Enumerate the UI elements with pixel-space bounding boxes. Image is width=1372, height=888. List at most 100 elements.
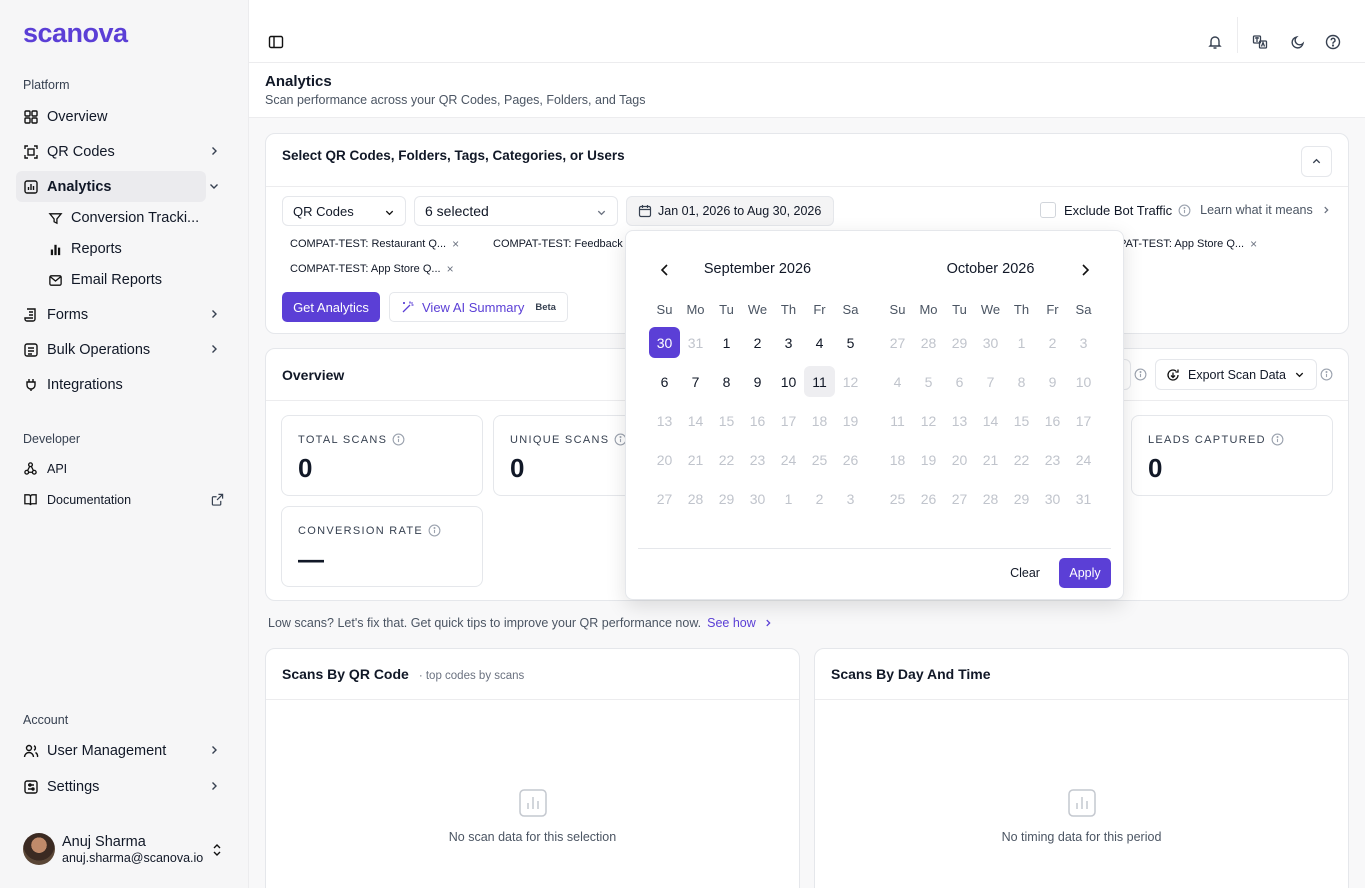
calendar-day: 28 xyxy=(687,490,704,507)
collapse-button[interactable] xyxy=(1301,146,1332,177)
calendar-day[interactable]: 10 xyxy=(773,366,804,397)
type-select[interactable]: QR Codes xyxy=(282,196,406,226)
info-icon[interactable] xyxy=(428,524,441,537)
sidebar-item-forms[interactable]: Forms xyxy=(16,299,217,330)
sidebar-item-bulk-operations[interactable]: Bulk Operations xyxy=(16,334,217,365)
qr-scan-icon xyxy=(24,144,38,159)
calendar-day: 17 xyxy=(780,412,797,429)
sidebar-item-qr-codes[interactable]: QR Codes xyxy=(16,136,217,167)
weekday-label: Mo xyxy=(919,302,938,317)
calendar-day[interactable]: 2 xyxy=(742,327,773,358)
calendar-day: 28 xyxy=(982,490,999,507)
info-icon[interactable] xyxy=(1271,433,1284,446)
bell-icon[interactable] xyxy=(1207,34,1223,50)
chip-label: COMPAT-TEST: Restaurant Q... xyxy=(290,238,447,250)
calendar-day: 22 xyxy=(718,451,735,468)
apply-button[interactable]: Apply xyxy=(1059,558,1111,588)
stat-value: 0 xyxy=(298,453,313,483)
help-icon[interactable] xyxy=(1325,34,1341,50)
bar-chart-icon xyxy=(24,179,38,194)
calendar-day: 15 xyxy=(1013,412,1030,429)
empty-chart-icon xyxy=(519,789,547,817)
sidebar-item-settings[interactable]: Settings xyxy=(16,771,217,802)
clear-button[interactable]: Clear xyxy=(1001,558,1049,588)
weekday-label: We xyxy=(747,302,768,317)
calendar-day[interactable]: 8 xyxy=(711,366,742,397)
card-subtitle: · top codes by scans xyxy=(418,670,525,682)
calendar-day[interactable]: 1 xyxy=(711,327,742,358)
platform-section-label: Platform xyxy=(23,78,70,92)
calendar-icon xyxy=(638,205,652,218)
calendar-day[interactable]: 9 xyxy=(742,366,773,397)
chevron-down-icon xyxy=(210,184,218,189)
users-icon xyxy=(23,744,39,757)
calendar-day: 20 xyxy=(951,451,968,468)
stat-label: TOTAL SCANS xyxy=(298,433,405,446)
view-ai-summary-button[interactable]: View AI Summary Beta xyxy=(389,292,568,322)
divider xyxy=(815,699,1348,700)
calendar-day[interactable]: 4 xyxy=(804,327,835,358)
calendar-day: 30 xyxy=(749,490,766,507)
chip-label: COMPAT-TEST: App Store Q... xyxy=(290,263,441,275)
sidebar-item-api[interactable]: API xyxy=(23,461,67,476)
items-select[interactable]: 6 selected xyxy=(414,196,618,226)
tip-text: Low scans? Let's fix that. Get quick tip… xyxy=(268,616,702,630)
sidebar-item-user-management[interactable]: User Management xyxy=(16,735,217,766)
mail-icon xyxy=(49,274,62,286)
info-icon[interactable] xyxy=(392,433,405,446)
sidebar-subitem-reports[interactable]: Reports xyxy=(48,235,208,263)
date-range-button[interactable]: Jan 01, 2026 to Aug 30, 2026 xyxy=(626,196,834,226)
sidebar-item-overview[interactable]: Overview xyxy=(16,101,206,132)
funnel-icon xyxy=(48,212,63,224)
calendar-day: 3 xyxy=(1079,334,1088,351)
calendar-day: 14 xyxy=(687,412,704,429)
date-range-value: Jan 01, 2026 to Aug 30, 2026 xyxy=(658,204,822,218)
calendar-day[interactable]: 11 xyxy=(804,366,835,397)
calendar-day[interactable]: 3 xyxy=(773,327,804,358)
chip-remove-icon[interactable]: × xyxy=(447,262,454,276)
chevrons-up-down-icon[interactable] xyxy=(211,843,223,857)
calendar-day: 23 xyxy=(1044,451,1061,468)
month-title: October 2026 xyxy=(946,261,1035,277)
info-icon[interactable] xyxy=(1178,204,1191,217)
calendar-day[interactable]: 6 xyxy=(649,366,680,397)
weekday-label: Su xyxy=(889,302,906,317)
sidebar-item-label: Forms xyxy=(47,306,89,323)
info-icon[interactable] xyxy=(1320,368,1333,381)
user-profile[interactable]: Anuj Sharma anuj.sharma@scanova.io xyxy=(23,833,203,865)
sidebar-item-label: Analytics xyxy=(47,178,112,195)
export-scan-data-button[interactable]: Export Scan Data xyxy=(1155,359,1317,390)
sidebar-item-label: API xyxy=(47,461,68,476)
language-icon[interactable] xyxy=(1252,34,1268,50)
stat-value: 0 xyxy=(510,453,525,483)
calendar-day[interactable]: 7 xyxy=(680,366,711,397)
weekday-label: Mo xyxy=(686,302,705,317)
exclude-bot-checkbox[interactable] xyxy=(1040,202,1056,218)
calendar-day: 10 xyxy=(1075,373,1092,390)
calendar-day[interactable]: 5 xyxy=(835,327,866,358)
sidebar-subitem-email-reports[interactable]: Email Reports xyxy=(48,266,208,294)
chevron-down-icon xyxy=(385,210,394,216)
learn-what-it-means-link[interactable]: Learn what it means xyxy=(1200,203,1331,217)
get-analytics-button[interactable]: Get Analytics xyxy=(282,292,380,322)
info-icon[interactable] xyxy=(1134,368,1147,381)
calendar-day: 5 xyxy=(924,373,933,390)
sidebar-subitem-conversion-tracking[interactable]: Conversion Tracki... xyxy=(48,204,208,232)
sidebar-item-documentation[interactable]: Documentation xyxy=(23,492,131,507)
sparkle-wand-icon xyxy=(402,301,414,313)
external-link-icon[interactable] xyxy=(211,493,224,506)
calendar-day: 16 xyxy=(749,412,766,429)
week-row: 4 5 6 7 8 9 10 xyxy=(882,362,1099,401)
chip-remove-icon[interactable]: × xyxy=(452,237,459,251)
sidebar-item-integrations[interactable]: Integrations xyxy=(16,369,206,400)
chevron-right-icon xyxy=(766,619,771,627)
scanova-logo[interactable]: scanova xyxy=(23,18,128,49)
see-how-link[interactable]: See how xyxy=(707,616,773,630)
sidebar-item-analytics[interactable]: Analytics xyxy=(16,171,218,202)
moon-icon[interactable] xyxy=(1290,34,1306,50)
calendar-day-selected[interactable]: 30 xyxy=(649,327,680,358)
settings-icon xyxy=(24,779,38,794)
sidebar-toggle-icon[interactable] xyxy=(268,34,284,50)
card-title-text: Scans By Day And Time xyxy=(831,666,991,682)
chip-remove-icon[interactable]: × xyxy=(1250,237,1257,251)
